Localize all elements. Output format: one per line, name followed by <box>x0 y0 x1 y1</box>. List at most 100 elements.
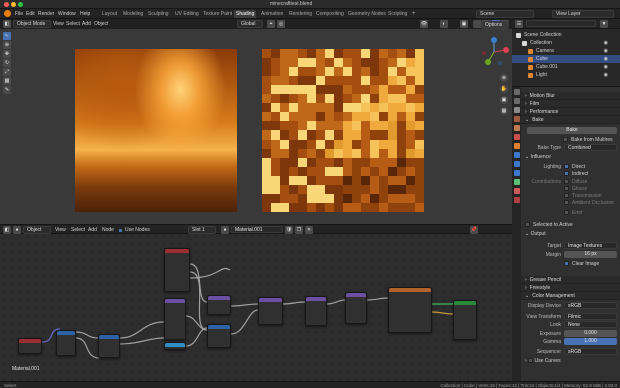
rotate-tool-icon[interactable]: ↻ <box>3 59 11 67</box>
ambient-occlusion-checkbox[interactable] <box>564 200 569 205</box>
view-layer-selector[interactable]: View Layer <box>552 10 614 18</box>
viewport-menu-select[interactable]: Select <box>66 21 80 27</box>
node-menu-select[interactable]: Select <box>71 227 85 233</box>
add-workspace-icon[interactable]: + <box>412 11 416 17</box>
mapping-node[interactable] <box>56 330 76 356</box>
shader-type-selector[interactable]: Object <box>23 226 51 234</box>
annotate-tool-icon[interactable]: ✎ <box>3 86 11 94</box>
texture-coordinate-node[interactable] <box>18 338 42 354</box>
move-tool-icon[interactable]: ✥ <box>3 50 11 58</box>
editor-type-icon[interactable]: ◧ <box>3 20 11 28</box>
tab-geometry-nodes[interactable]: Geometry Nodes <box>346 10 388 18</box>
section-color-management[interactable]: ⌄ Color Management <box>521 292 620 300</box>
outliner-item[interactable]: Collection ◉ <box>512 39 620 47</box>
modifier-tab-icon[interactable] <box>514 152 520 158</box>
direct-checkbox[interactable] <box>564 164 569 169</box>
glossy-checkbox[interactable] <box>564 186 569 191</box>
shader-type-icon[interactable]: ● <box>13 226 21 234</box>
node-menu-view[interactable]: View <box>55 227 66 233</box>
node-editor-type-icon[interactable]: ◧ <box>3 226 11 234</box>
options-dropdown[interactable]: Options <box>481 21 509 29</box>
math-node-a[interactable] <box>164 298 186 340</box>
look-select[interactable]: None <box>564 321 617 328</box>
mix-node-a[interactable] <box>258 297 283 325</box>
outliner-search-field[interactable] <box>526 20 596 27</box>
particles-tab-icon[interactable] <box>514 161 520 167</box>
sequencer-select[interactable]: sRGB <box>564 348 617 355</box>
menu-edit[interactable]: Edit <box>26 11 35 17</box>
target-select[interactable]: Image Textures <box>564 242 617 249</box>
blender-logo-icon[interactable] <box>4 10 11 17</box>
bake-button[interactable]: Bake <box>527 127 617 134</box>
proportional-edit-icon[interactable]: ◎ <box>277 20 285 28</box>
texture-tab-icon[interactable] <box>514 197 520 203</box>
scene-tab-icon[interactable] <box>514 125 520 131</box>
visibility-eye-icon[interactable]: ◉ <box>604 64 608 70</box>
separate-node[interactable] <box>207 324 231 348</box>
tab-sculpting[interactable]: Sculpting <box>146 10 171 18</box>
section-film[interactable]: › Film <box>521 100 620 108</box>
render-tab-icon[interactable] <box>514 98 520 104</box>
section-grease-pencil[interactable]: › Grease Pencil <box>521 276 620 284</box>
pin-icon[interactable]: 📌 <box>470 226 478 234</box>
diffuse-checkbox[interactable] <box>564 179 569 184</box>
view-layer-tab-icon[interactable] <box>514 116 520 122</box>
physics-tab-icon[interactable] <box>514 170 520 176</box>
menu-file[interactable]: File <box>15 11 23 17</box>
duplicate-material-icon[interactable]: ❐ <box>295 226 303 234</box>
gamma-field[interactable]: 1.000 <box>564 338 617 345</box>
visibility-eye-icon[interactable]: ◉ <box>604 40 608 46</box>
menu-help[interactable]: Help <box>80 11 90 17</box>
close-window-button[interactable] <box>4 2 9 7</box>
scale-tool-icon[interactable]: ⤢ <box>3 68 11 76</box>
tab-modeling[interactable]: Modeling <box>121 10 145 18</box>
fake-user-icon[interactable]: 🛡 <box>285 226 293 234</box>
tab-scripting[interactable]: Scripting <box>386 10 409 18</box>
slot-selector[interactable]: Slot 1 <box>188 226 216 234</box>
use-curves-checkbox[interactable] <box>528 358 534 364</box>
constraints-tab-icon[interactable] <box>514 179 520 185</box>
exposure-field[interactable]: 0.000 <box>564 330 617 337</box>
clear-image-checkbox[interactable] <box>564 261 569 266</box>
maximize-window-button[interactable] <box>18 2 23 7</box>
node-menu-add[interactable]: Add <box>88 227 97 233</box>
visibility-eye-icon[interactable]: ◉ <box>604 56 608 62</box>
indirect-checkbox[interactable] <box>564 171 569 176</box>
output-subsection[interactable]: ⌄ Output <box>525 231 546 237</box>
pan-icon[interactable]: ✋ <box>500 85 508 93</box>
material-tab-icon[interactable] <box>514 188 520 194</box>
transmission-checkbox[interactable] <box>564 193 569 198</box>
cursor-tool-icon[interactable]: ⊕ <box>3 41 11 49</box>
tab-shading[interactable]: Shading <box>234 10 257 18</box>
snap-icon[interactable]: ⌖ <box>267 20 275 28</box>
visibility-eye-icon[interactable]: ◉ <box>604 48 608 54</box>
section-motion-blur[interactable]: › Motion Blur <box>521 92 620 100</box>
perspective-toggle-icon[interactable]: ▦ <box>500 107 508 115</box>
outliner-item[interactable]: Light ◉ <box>512 71 620 79</box>
material-output-node[interactable] <box>453 300 477 340</box>
outliner-item[interactable]: Cube ◉ <box>512 55 620 63</box>
display-device-select[interactable]: sRGB <box>564 302 617 309</box>
use-curves-subsection[interactable]: › Use Curves <box>525 358 561 364</box>
margin-field[interactable]: 16 px <box>564 251 617 258</box>
output-tab-icon[interactable] <box>514 107 520 113</box>
camera-view-icon[interactable]: ▣ <box>500 96 508 104</box>
color-ramp-node[interactable] <box>207 295 231 315</box>
material-name-field[interactable]: Material.001 <box>231 226 283 233</box>
mode-selector[interactable]: Object Mode <box>13 20 51 28</box>
viewport-menu-add[interactable]: Add <box>82 21 91 27</box>
menu-window[interactable]: Window <box>58 11 76 17</box>
object-tab-icon[interactable] <box>514 143 520 149</box>
navigation-gizmo[interactable] <box>478 36 510 68</box>
mix-node-b[interactable] <box>305 296 327 326</box>
tab-layout[interactable]: Layout <box>100 10 119 18</box>
outliner-item[interactable]: Cube.001 ◉ <box>512 63 620 71</box>
world-tab-icon[interactable] <box>514 134 520 140</box>
viewport-menu-view[interactable]: View <box>53 21 64 27</box>
outliner-item[interactable]: Camera ◉ <box>512 47 620 55</box>
mix-node-c[interactable] <box>345 292 367 324</box>
unlink-material-icon[interactable]: ✕ <box>305 226 313 234</box>
section-performance[interactable]: › Performance <box>521 108 620 116</box>
minimize-window-button[interactable] <box>11 2 16 7</box>
tab-rendering[interactable]: Rendering <box>287 10 314 18</box>
